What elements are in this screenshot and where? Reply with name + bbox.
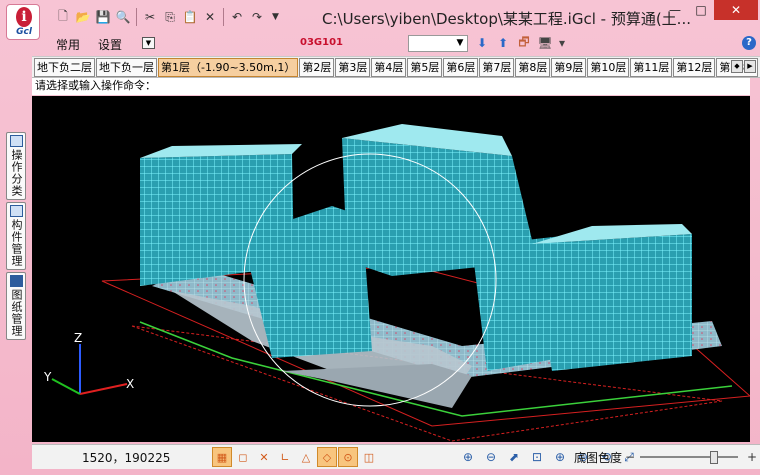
snap-toggle-icon[interactable]: ⊙	[338, 447, 358, 467]
floor-tab-controls: ◆ ▶	[731, 60, 756, 73]
slider-decrease-icon[interactable]: −	[624, 450, 636, 464]
side-tab-drawing-management[interactable]: 图纸管理	[6, 272, 26, 340]
floor-tab[interactable]: 第3层	[335, 58, 371, 77]
floor-tab[interactable]: 第8层	[515, 58, 551, 77]
side-tab-label: 构件管理	[10, 219, 23, 267]
customize-toolbar-icon[interactable]: ▼	[272, 8, 279, 26]
side-tab-component-management[interactable]: 构件管理	[6, 202, 26, 270]
y-axis-line	[51, 378, 81, 395]
menu-common[interactable]: 常用	[56, 36, 80, 53]
command-prompt[interactable]: 请选择或输入操作命令：	[32, 78, 750, 95]
atlas-code-label: 03G101	[300, 37, 343, 48]
toolbar-separator	[136, 8, 137, 26]
copy-icon[interactable]: ⎘	[161, 8, 179, 26]
snap-toggle-icon[interactable]: △	[296, 447, 316, 467]
delete-icon[interactable]: ✕	[201, 8, 219, 26]
toolbar-separator	[223, 8, 224, 26]
building-model[interactable]: Z Y X	[32, 96, 750, 442]
window-layout-icon[interactable]: 🗗	[516, 35, 532, 51]
paste-icon[interactable]: 📋	[181, 8, 199, 26]
app-logo-icon[interactable]: i Gcl	[6, 4, 40, 40]
help-icon[interactable]: ?	[742, 36, 756, 50]
floor-tab[interactable]: 第1层（-1.90~3.50m,1）	[158, 58, 299, 77]
save-icon[interactable]: 💾	[94, 8, 112, 26]
cut-icon[interactable]: ✂	[141, 8, 159, 26]
undo-icon[interactable]: ↶	[228, 8, 246, 26]
floor-tab[interactable]: 第7层	[479, 58, 515, 77]
minimize-button[interactable]: —	[662, 0, 688, 20]
snap-toolbar: ▦ ◻ ✕ ∟ △ ◇ ⊙ ◫	[212, 447, 379, 467]
display-icon[interactable]: 🖥	[537, 35, 553, 51]
z-axis-label: Z	[74, 331, 82, 345]
new-file-icon[interactable]: 🗋	[54, 8, 72, 26]
status-bar: 1520，190225 ▦ ◻ ✕ ∟ △ ◇ ⊙ ◫ ⊕ ⊖ ⬈ ⊡ ⊕ ⊖ ⟲ ⤢ 底图色度 − +	[32, 444, 760, 469]
quick-access-toolbar: 🗋 📂 💾 🔍 ✂ ⎘ 📋 ✕ ↶ ↷ ▼	[54, 8, 279, 26]
window-title: C:\Users\yiben\Desktop\某某工程.iGcl - 预算通(土…	[322, 10, 691, 28]
floor-tab[interactable]: 第9层	[551, 58, 587, 77]
floor-tab-next-icon[interactable]: ▶	[744, 60, 756, 73]
side-tab-operation-category[interactable]: 操作分类	[6, 132, 26, 200]
cursor-coordinates: 1520，190225	[82, 451, 171, 465]
origin-icon[interactable]: ⊕	[458, 447, 478, 467]
menu-settings[interactable]: 设置	[98, 36, 122, 53]
snap-toggle-icon[interactable]: ▦	[212, 447, 232, 467]
redo-icon[interactable]: ↷	[248, 8, 266, 26]
floor-tab[interactable]: 第4层	[371, 58, 407, 77]
slider-increase-icon[interactable]: +	[746, 450, 758, 464]
arrow-up-icon[interactable]: ⬆	[495, 35, 511, 51]
floor-tab[interactable]: 第2层	[299, 58, 335, 77]
app-window: i Gcl 🗋 📂 💾 🔍 ✂ ⎘ 📋 ✕ ↶ ↷ ▼ C:\Users\yiben\Desktop…	[0, 0, 760, 475]
panel-icon	[9, 135, 23, 147]
menu-expand-button[interactable]: ▼	[142, 37, 155, 49]
floor-tab[interactable]: 第10层	[587, 58, 630, 77]
side-tab-label: 操作分类	[10, 149, 23, 197]
snap-toggle-icon[interactable]: ◻	[233, 447, 253, 467]
axis-gizmo: Z Y X	[43, 331, 134, 395]
app-logo-glyph: i	[16, 7, 32, 27]
floor-tab[interactable]: 第11层	[630, 58, 673, 77]
y-axis-label: Y	[43, 370, 52, 384]
background-color-slider[interactable]: − +	[625, 450, 757, 464]
floor-tab[interactable]: 地下负一层	[96, 58, 157, 77]
title-bar: i Gcl 🗋 📂 💾 🔍 ✂ ⎘ 📋 ✕ ↶ ↷ ▼ C:\Users\yiben\Desktop…	[0, 0, 760, 40]
snap-toggle-icon[interactable]: ∟	[275, 447, 295, 467]
floor-tab[interactable]: 第12层	[673, 58, 716, 77]
floor-tab[interactable]: 第5层	[407, 58, 443, 77]
slider-thumb[interactable]	[710, 451, 719, 464]
zoom-in-icon[interactable]: ⊕	[550, 447, 570, 467]
chevron-down-icon[interactable]: ▼	[453, 36, 467, 51]
shrink-icon[interactable]: ⊖	[481, 447, 501, 467]
x-axis-label: X	[126, 377, 134, 391]
tower-e	[532, 234, 692, 371]
display-dropdown-icon[interactable]: ▾	[558, 35, 566, 51]
floor-tab[interactable]: 地下负二层	[34, 58, 95, 77]
pointer-icon[interactable]: ⬈	[504, 447, 524, 467]
floor-combo[interactable]: ▼	[408, 35, 468, 52]
maximize-button[interactable]: □	[688, 0, 714, 20]
snap-toggle-icon[interactable]: ✕	[254, 447, 274, 467]
floor-tabs: 地下负二层 地下负一层 第1层（-1.90~3.50m,1） 第2层 第3层 第4层 第5层…	[34, 58, 759, 77]
side-tab-label: 图纸管理	[10, 289, 23, 337]
panel-icon	[9, 205, 23, 217]
window-controls: — □ ✕	[662, 0, 758, 20]
background-color-label: 底图色度	[574, 451, 623, 465]
view-toolbar: ⬇ ⬆ 🗗 🖥 ▾	[474, 35, 566, 51]
slider-track[interactable]	[640, 456, 738, 458]
floor-tab-expand-icon[interactable]: ◆	[731, 60, 743, 73]
3d-viewport[interactable]: Z Y X	[32, 96, 750, 442]
floor-tab[interactable]: 第6层	[443, 58, 479, 77]
x-axis-line	[79, 383, 128, 395]
floor-tab-bar: 地下负二层 地下负一层 第1层（-1.90~3.50m,1） 第2层 第3层 第4层 第5层…	[32, 56, 760, 78]
close-button[interactable]: ✕	[714, 0, 758, 20]
open-folder-icon[interactable]: 📂	[74, 8, 92, 26]
menu-bar: 常用 设置 ▼ 03G101 ▼ ⬇ ⬆ 🗗 🖥 ▾ ?	[44, 34, 760, 54]
fit-view-icon[interactable]: ⊡	[527, 447, 547, 467]
panel-icon	[9, 275, 23, 287]
snap-toggle-icon[interactable]: ◇	[317, 447, 337, 467]
snap-toggle-icon[interactable]: ◫	[359, 447, 379, 467]
app-logo-text: Gcl	[16, 27, 32, 37]
arrow-down-icon[interactable]: ⬇	[474, 35, 490, 51]
print-preview-icon[interactable]: 🔍	[114, 8, 132, 26]
